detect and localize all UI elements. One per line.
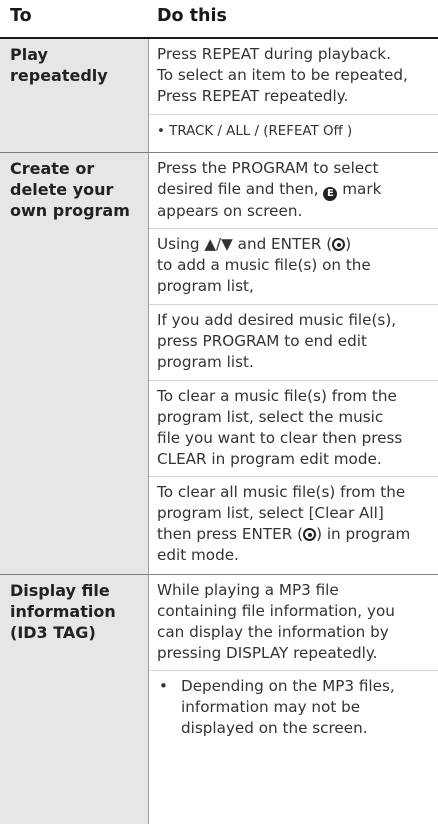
text-line: can display the information by — [157, 623, 389, 641]
label-line: delete your — [10, 180, 114, 199]
text-line: If you add desired music file(s), — [157, 311, 397, 329]
program-end-description: If you add desired music file(s), press … — [157, 310, 433, 373]
text-line: desired file and then, E mark — [157, 179, 433, 201]
label-line: Display file — [10, 581, 110, 600]
up-down-arrows-icon: ▲/▼ — [204, 235, 233, 253]
text-line: information may not be — [181, 698, 361, 716]
row-rule — [0, 152, 438, 153]
enter-button-icon — [303, 528, 317, 541]
program-select-description: Press the PROGRAM to select desired file… — [157, 158, 433, 222]
row-label-create-program: Create or delete your own program — [10, 158, 142, 221]
header-to: To — [10, 6, 32, 26]
row-label-play-repeatedly: Play repeatedly — [10, 44, 142, 86]
paragraph-separator — [149, 476, 438, 477]
repeat-modes: • TRACK / ALL / (REFEAT Off ) — [157, 121, 433, 142]
program-clear-description: To clear a music file(s) from the progra… — [157, 386, 433, 470]
text-line: Press REPEAT during playback. — [157, 45, 391, 63]
play-repeat-description: Press REPEAT during playback. To select … — [157, 44, 433, 107]
program-mark-icon: E — [323, 187, 338, 201]
text-line: To clear a music file(s) from the — [157, 387, 397, 405]
text-fragment: ) — [345, 235, 352, 253]
paragraph-separator — [149, 114, 438, 115]
text-line: To select an item to be repeated, — [157, 66, 408, 84]
text-line: press PROGRAM to end edit — [157, 332, 367, 350]
text-fragment: desired file and then, — [157, 180, 324, 198]
program-clear-all-description: To clear all music file(s) from the prog… — [157, 482, 433, 566]
text-line: Depending on the MP3 files, — [181, 677, 395, 695]
label-line: Play — [10, 45, 48, 64]
text-fragment: mark — [337, 180, 382, 198]
row-rule — [0, 574, 438, 575]
paragraph-separator — [149, 304, 438, 305]
left-column-shade — [0, 39, 148, 824]
text-line: While playing a MP3 file — [157, 581, 339, 599]
note-bullet: • Depending on the MP3 files, informatio… — [157, 676, 433, 746]
paragraph-separator — [149, 228, 438, 229]
text-line: containing file information, you — [157, 602, 395, 620]
text-line: program list, select the music — [157, 408, 384, 426]
text-line: edit mode. — [157, 546, 239, 564]
text-line: Press REPEAT repeatedly. — [157, 87, 349, 105]
text-fragment: and ENTER ( — [232, 235, 333, 253]
header-do-this: Do this — [157, 6, 227, 26]
text-fragment: ) in program — [316, 525, 411, 543]
text-line: file you want to clear then press — [157, 429, 403, 447]
table-header: To Do this — [0, 0, 438, 38]
text-line: CLEAR in program edit mode. — [157, 450, 382, 468]
text-fragment: Using — [157, 235, 205, 253]
text-line: pressing DISPLAY repeatedly. — [157, 644, 378, 662]
label-line: Create or — [10, 159, 95, 178]
text-line: Press the PROGRAM to select — [157, 159, 379, 177]
text-fragment: then press ENTER ( — [157, 525, 304, 543]
enter-button-icon — [332, 238, 346, 251]
text-line: displayed on the screen. — [181, 719, 368, 737]
text-line: Using ▲/▼ and ENTER () — [157, 234, 433, 255]
program-add-description: Using ▲/▼ and ENTER () to add a music fi… — [157, 234, 433, 297]
text-line: appears on screen. — [157, 202, 303, 220]
text-line: • TRACK / ALL / (REFEAT Off ) — [157, 124, 353, 139]
text-line: program list, select [Clear All] — [157, 504, 384, 522]
bullet-icon: • — [159, 677, 168, 695]
display-info-description: While playing a MP3 file containing file… — [157, 580, 433, 664]
text-line: To clear all music file(s) from the — [157, 483, 406, 501]
label-line: (ID3 TAG) — [10, 623, 96, 642]
text-line: to add a music file(s) on the — [157, 256, 371, 274]
text-line: then press ENTER ( ) in program — [157, 524, 433, 545]
manual-table: To Do this Play repeatedly Press REPEAT … — [0, 0, 438, 824]
note-text: Depending on the MP3 files, information … — [181, 676, 433, 739]
column-divider — [148, 39, 149, 824]
row-label-display-info: Display file information (ID3 TAG) — [10, 580, 142, 643]
label-line: repeatedly — [10, 66, 108, 85]
text-line: program list, — [157, 277, 254, 295]
text-line: program list. — [157, 353, 254, 371]
label-line: own program — [10, 201, 130, 220]
label-line: information — [10, 602, 116, 621]
paragraph-separator — [149, 670, 438, 671]
paragraph-separator — [149, 380, 438, 381]
